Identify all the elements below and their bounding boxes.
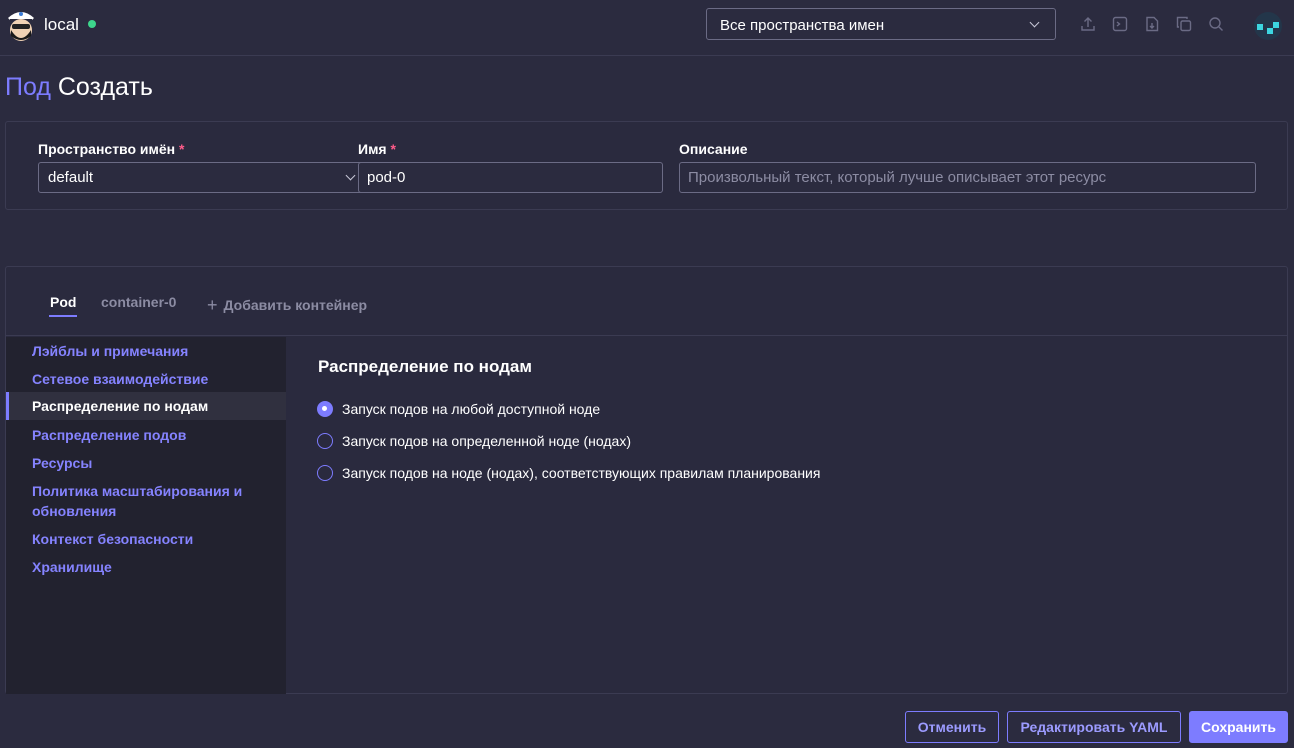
cluster-status-dot bbox=[88, 20, 96, 28]
required-mark: * bbox=[390, 141, 396, 157]
sidebar-item-storage[interactable]: Хранилище bbox=[6, 557, 286, 577]
sidebar-item-security-context[interactable]: Контекст безопасности bbox=[6, 529, 286, 549]
plus-icon: + bbox=[207, 295, 218, 315]
user-avatar[interactable] bbox=[1254, 12, 1282, 40]
search-icon[interactable] bbox=[1208, 16, 1224, 32]
namespace-filter-select[interactable]: Все пространства имен bbox=[706, 8, 1056, 40]
section-sidebar: Лэйблы и примечания Сетевое взаимодейств… bbox=[6, 337, 286, 694]
metadata-card: Пространство имён * default Имя * Описан… bbox=[5, 121, 1288, 210]
chevron-down-icon bbox=[345, 170, 356, 181]
pod-spec-card: Pod container-0 + Добавить контейнер Лэйб… bbox=[5, 266, 1288, 694]
page-title-resource[interactable]: Под bbox=[5, 73, 51, 101]
tab-container-0[interactable]: container-0 bbox=[101, 294, 176, 310]
cancel-button[interactable]: Отменить bbox=[905, 711, 999, 743]
namespace-filter-value: Все пространства имен bbox=[720, 17, 885, 34]
name-input[interactable] bbox=[358, 162, 663, 193]
radio-label: Запуск подов на любой доступной ноде bbox=[342, 401, 601, 417]
name-label-text: Имя bbox=[358, 141, 387, 157]
cluster-name: local bbox=[44, 15, 79, 34]
copy-kubeconfig-icon[interactable] bbox=[1176, 16, 1192, 32]
cluster-logo-icon[interactable] bbox=[5, 6, 37, 44]
description-input[interactable] bbox=[679, 162, 1256, 193]
description-label: Описание bbox=[679, 141, 748, 157]
container-tabs: Pod container-0 + Добавить контейнер bbox=[6, 267, 1287, 336]
sidebar-item-scaling-policy[interactable]: Политика масштабирования и обновления bbox=[6, 481, 256, 521]
chevron-down-icon bbox=[1029, 17, 1040, 28]
radio-scheduling-rules[interactable]: Запуск подов на ноде (нодах), соответств… bbox=[317, 464, 1017, 484]
add-container-button[interactable]: + Добавить контейнер bbox=[207, 294, 367, 315]
required-mark: * bbox=[179, 141, 185, 157]
add-container-label: Добавить контейнер bbox=[223, 297, 368, 313]
radio-any-node[interactable]: Запуск подов на любой доступной ноде bbox=[317, 400, 1017, 420]
kubeconfig-download-icon[interactable] bbox=[1144, 16, 1160, 32]
import-yaml-icon[interactable] bbox=[1080, 16, 1096, 32]
top-bar: local Все пространства имен bbox=[0, 0, 1294, 56]
edit-yaml-button[interactable]: Редактировать YAML bbox=[1007, 711, 1181, 743]
section-title: Распределение по нодам bbox=[318, 357, 532, 376]
namespace-label: Пространство имён * bbox=[38, 141, 184, 157]
radio-label: Запуск подов на определенной ноде (нодах… bbox=[342, 433, 632, 449]
radio-label: Запуск подов на ноде (нодах), соответств… bbox=[342, 465, 821, 481]
namespace-label-text: Пространство имён bbox=[38, 141, 176, 157]
sidebar-item-node-scheduling[interactable]: Распределение по нодам bbox=[6, 392, 286, 420]
tab-pod[interactable]: Pod bbox=[48, 294, 78, 317]
radio-selected-icon bbox=[317, 401, 333, 417]
sidebar-item-labels[interactable]: Лэйблы и примечания bbox=[6, 341, 286, 361]
sidebar-item-networking[interactable]: Сетевое взаимодействие bbox=[6, 369, 286, 389]
save-button[interactable]: Сохранить bbox=[1189, 711, 1288, 743]
kubectl-shell-icon[interactable] bbox=[1112, 16, 1128, 32]
page-title-action: Создать bbox=[57, 73, 153, 101]
radio-specific-node[interactable]: Запуск подов на определенной ноде (нодах… bbox=[317, 432, 1017, 452]
sidebar-item-resources[interactable]: Ресурсы bbox=[6, 453, 286, 473]
radio-unselected-icon bbox=[317, 465, 333, 481]
sidebar-item-pod-scheduling[interactable]: Распределение подов bbox=[6, 425, 286, 445]
page-title: Под Создать bbox=[5, 73, 153, 102]
radio-unselected-icon bbox=[317, 433, 333, 449]
namespace-value: default bbox=[48, 169, 94, 186]
name-label: Имя * bbox=[358, 141, 396, 157]
namespace-select[interactable]: default bbox=[38, 162, 369, 193]
